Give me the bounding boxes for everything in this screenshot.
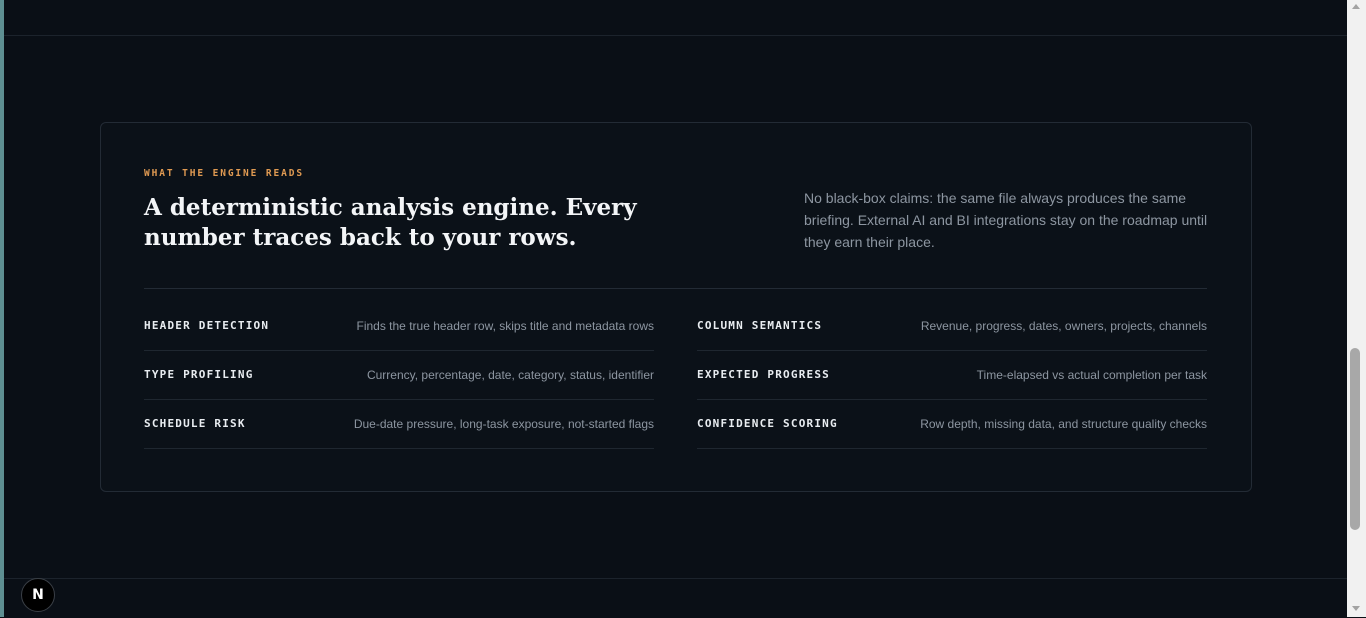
feature-name: EXPECTED PROGRESS	[697, 368, 830, 381]
feature-name: TYPE PROFILING	[144, 368, 254, 381]
feature-description: Finds the true header row, skips title a…	[356, 318, 655, 333]
feature-description: Time-elapsed vs actual completion per ta…	[976, 367, 1207, 382]
nextjs-logo-icon[interactable]: N	[21, 578, 55, 612]
engine-card: WHAT THE ENGINE READS A deterministic an…	[100, 122, 1252, 492]
bottom-section-band	[4, 578, 1347, 618]
feature-description: Revenue, progress, dates, owners, projec…	[920, 318, 1207, 333]
scrollbar-thumb[interactable]	[1350, 348, 1360, 530]
feature-row-schedule-risk: SCHEDULE RISK Due-date pressure, long-ta…	[144, 399, 654, 449]
feature-row-confidence-scoring: CONFIDENCE SCORING Row depth, missing da…	[697, 399, 1207, 449]
section-divider	[144, 288, 1207, 289]
feature-name: HEADER DETECTION	[144, 319, 270, 332]
feature-name: COLUMN SEMANTICS	[697, 319, 823, 332]
feature-description: Row depth, missing data, and structure q…	[920, 416, 1207, 431]
feature-row-column-semantics: COLUMN SEMANTICS Revenue, progress, date…	[697, 301, 1207, 351]
feature-row-type-profiling: TYPE PROFILING Currency, percentage, dat…	[144, 350, 654, 400]
feature-description: Currency, percentage, date, category, st…	[366, 367, 654, 382]
badge-letter: N	[32, 587, 44, 603]
feature-name: CONFIDENCE SCORING	[697, 417, 838, 430]
feature-row-header-detection: HEADER DETECTION Finds the true header r…	[144, 301, 654, 351]
feature-row-expected-progress: EXPECTED PROGRESS Time-elapsed vs actual…	[697, 350, 1207, 400]
scroll-down-arrow-icon[interactable]	[1352, 606, 1360, 611]
top-section-band	[4, 0, 1347, 36]
section-heading: A deterministic analysis engine. Every n…	[144, 194, 637, 251]
window-edge	[0, 0, 4, 617]
scroll-up-arrow-icon[interactable]	[1352, 4, 1360, 9]
section-description: No black-box claims: the same file alway…	[804, 190, 1208, 250]
feature-description: Due-date pressure, long-task exposure, n…	[353, 416, 654, 431]
section-eyebrow: WHAT THE ENGINE READS	[144, 168, 305, 179]
feature-name: SCHEDULE RISK	[144, 417, 246, 430]
